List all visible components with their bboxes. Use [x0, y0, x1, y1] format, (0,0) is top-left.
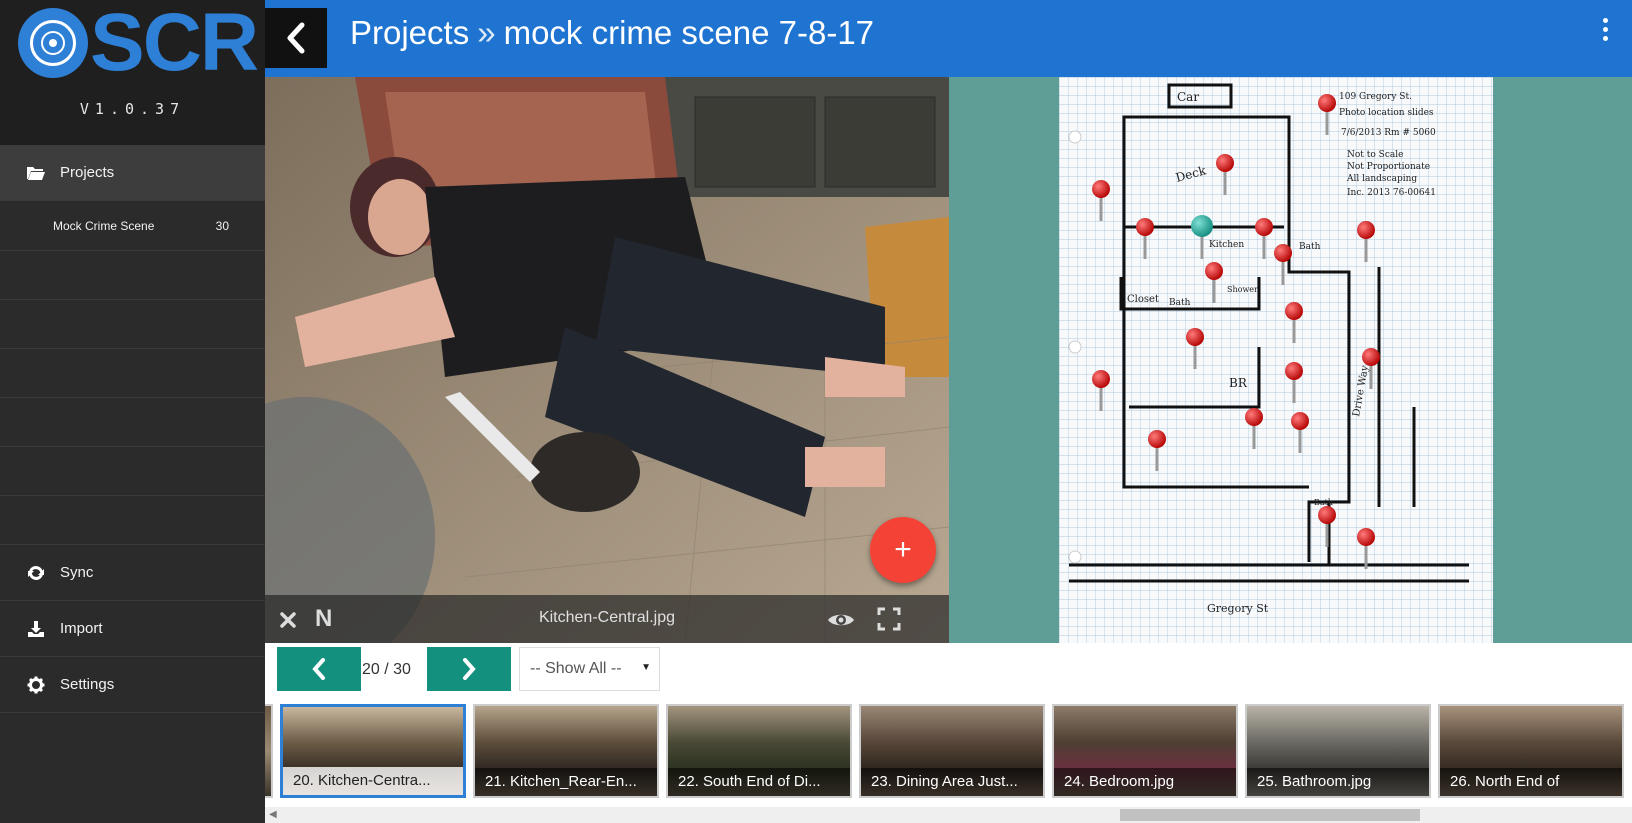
plus-icon: + [894, 533, 912, 566]
map-pin[interactable] [1245, 408, 1263, 449]
map-pin[interactable] [1362, 348, 1380, 389]
fullscreen-icon[interactable] [877, 607, 901, 631]
nav-sync[interactable]: Sync [0, 545, 265, 601]
map-pin[interactable] [1357, 528, 1375, 569]
dropdown-caret-icon: ▼ [641, 662, 651, 673]
add-marker-button[interactable]: + [870, 517, 936, 583]
map-pin[interactable] [1092, 180, 1110, 221]
chevron-left-icon [287, 22, 305, 54]
viewer-toolbar: N Kitchen-Central.jpg [265, 595, 949, 643]
sidebar-spacer [0, 496, 265, 545]
map-pin[interactable] [1136, 218, 1154, 259]
photo-pins [1092, 94, 1380, 569]
sync-icon [24, 564, 48, 582]
sidebar-spacer [0, 447, 265, 496]
nav-import-label: Import [60, 620, 103, 637]
thumbnail-item[interactable]: 24. Bedroom.jpg [1052, 704, 1238, 798]
thumbnail-label: 26. North End of [1440, 768, 1622, 796]
nav-projects[interactable]: Projects [0, 145, 265, 201]
thumbnail-item[interactable]: 22. South End of Di... [666, 704, 852, 798]
project-item-count: 30 [215, 218, 229, 233]
map-pin[interactable] [1285, 362, 1303, 403]
photo-navigation: 20 / 30 -- Show All -- ▼ [265, 643, 1632, 700]
chevron-right-icon [463, 658, 476, 680]
sidebar-spacer [0, 300, 265, 349]
thumbnail-label: 21. Kitchen_Rear-En... [475, 768, 657, 796]
map-pin[interactable] [1318, 506, 1336, 547]
map-pin-active[interactable] [1191, 215, 1213, 259]
project-item-mock-crime-scene[interactable]: Mock Crime Scene 30 [0, 201, 265, 251]
gear-icon [24, 676, 48, 694]
thumbnail-item[interactable]: 23. Dining Area Just... [859, 704, 1045, 798]
thumbnail-label: 23. Dining Area Just... [861, 768, 1043, 796]
thumbnail-label: 22. South End of Di... [668, 768, 850, 796]
nav-import[interactable]: Import [0, 601, 265, 657]
thumbnail-item[interactable]: 26. North End of [1438, 704, 1624, 798]
nav-settings[interactable]: Settings [0, 657, 265, 713]
sidebar-spacer [0, 251, 265, 300]
chevron-left-icon [312, 658, 325, 680]
nav-settings-label: Settings [60, 676, 115, 693]
map-pin[interactable] [1186, 328, 1204, 369]
thumbnail-item[interactable]: 21. Kitchen_Rear-En... [473, 704, 659, 798]
thumbnail-label: 20. Kitchen-Centra... [283, 767, 463, 795]
map-pin[interactable] [1255, 218, 1273, 259]
nav-sync-label: Sync [60, 564, 94, 581]
photo-filter-select[interactable]: -- Show All -- ▼ [519, 647, 660, 691]
floorplan-panel[interactable]: Car Deck Kitchen Bath Closet Bath Shower… [949, 77, 1632, 643]
thumbnail-scrollbar[interactable]: ◀ [265, 807, 1632, 823]
photo-counter: 20 / 30 [362, 661, 411, 678]
sidebar: SCR V1.0.37 Projects Mock Crime Scene 30… [0, 0, 265, 823]
breadcrumb-separator: » [477, 14, 496, 51]
eye-icon[interactable] [827, 611, 855, 629]
logo-text: SCR [90, 0, 259, 88]
next-photo-button[interactable] [427, 647, 511, 691]
map-pin[interactable] [1285, 302, 1303, 343]
map-pin[interactable] [1274, 244, 1292, 285]
map-pin[interactable] [1216, 154, 1234, 195]
download-icon [24, 620, 48, 638]
map-pin[interactable] [1092, 370, 1110, 411]
photo-filter-value: -- Show All -- [530, 660, 622, 677]
thumbnail-label: 25. Bathroom.jpg [1247, 768, 1429, 796]
logo-eye-icon [18, 8, 88, 78]
panorama-viewer[interactable]: + N Kitchen-Central.jpg [265, 77, 949, 643]
more-menu-button[interactable] [1600, 18, 1610, 41]
thumbnail-partial[interactable] [265, 704, 273, 798]
thumbnail-item[interactable]: 20. Kitchen-Centra... [280, 704, 466, 798]
map-pin[interactable] [1318, 94, 1336, 135]
map-pin[interactable] [1357, 221, 1375, 262]
back-button[interactable] [265, 8, 327, 68]
sidebar-spacer [0, 349, 265, 398]
kebab-dot [1602, 27, 1608, 32]
map-pin[interactable] [1148, 430, 1166, 471]
thumbnail-item[interactable]: 25. Bathroom.jpg [1245, 704, 1431, 798]
thumbnail-strip[interactable]: 20. Kitchen-Centra... 21. Kitchen_Rear-E… [265, 700, 1632, 807]
panorama-image [265, 77, 949, 643]
kebab-dot [1602, 36, 1608, 41]
page-title: mock crime scene 7-8-17 [503, 14, 875, 51]
nav-projects-label: Projects [60, 164, 115, 181]
brand-header: SCR V1.0.37 [0, 0, 265, 145]
scroll-left-arrow-icon[interactable]: ◀ [269, 809, 277, 820]
breadcrumb: Projects» mock crime scene 7-8-17 [350, 14, 874, 52]
map-pin[interactable] [1291, 412, 1309, 453]
app-version: V1.0.37 [79, 100, 186, 118]
thumbnail-label: 24. Bedroom.jpg [1054, 768, 1236, 796]
top-bar: Projects» mock crime scene 7-8-17 [265, 0, 1632, 77]
map-pin[interactable] [1205, 262, 1223, 303]
app-logo: SCR [18, 0, 259, 88]
scrollbar-thumb[interactable] [1120, 809, 1420, 821]
project-item-label: Mock Crime Scene [53, 218, 155, 233]
folder-open-icon [24, 165, 48, 181]
sidebar-spacer [0, 398, 265, 447]
kebab-dot [1602, 18, 1608, 23]
breadcrumb-projects[interactable]: Projects [350, 14, 469, 51]
previous-photo-button[interactable] [277, 647, 361, 691]
